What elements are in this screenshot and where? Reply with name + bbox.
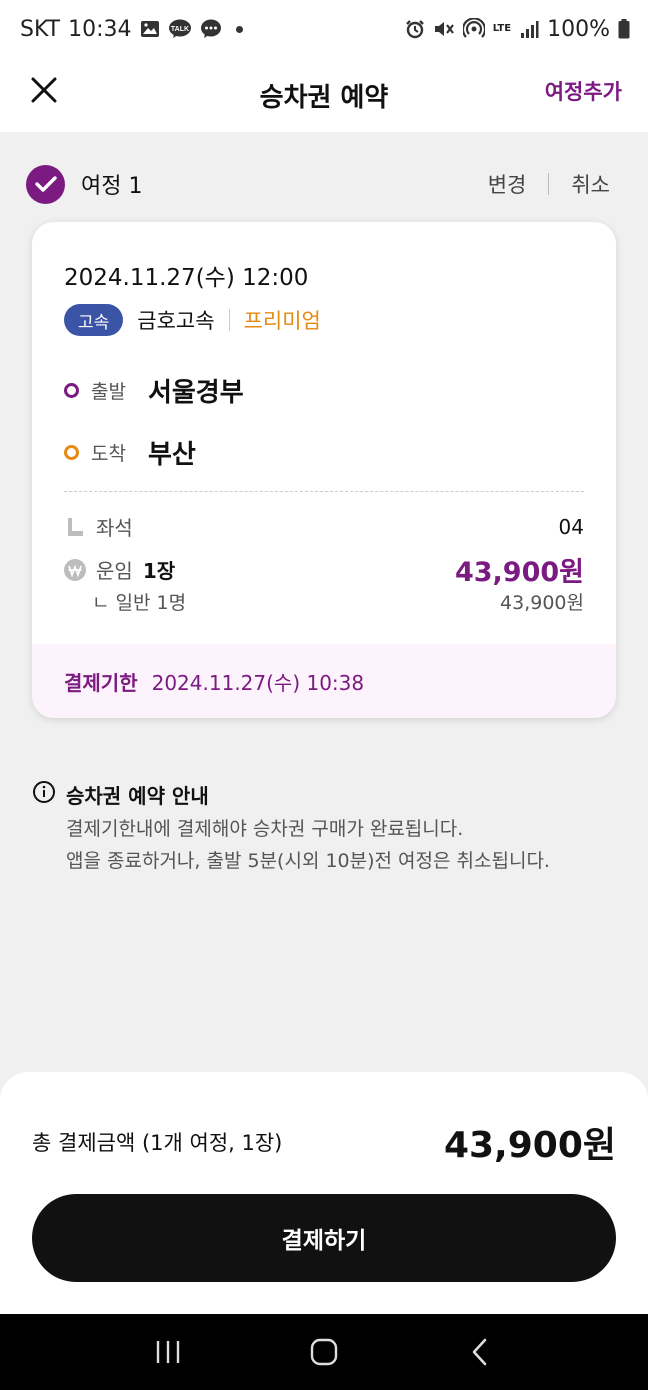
arrival-row: 도착 부산 [64,434,196,471]
notification-dot-icon [235,25,243,33]
trip-header: 여정 1 변경 취소 [26,164,610,204]
trip-checkbox[interactable] [26,164,65,204]
bus-info: 고속 금호고속 프리미엄 [64,304,321,336]
talk-icon: TALK [168,19,192,39]
lte-icon: LTE [492,23,512,34]
svg-text:TALK: TALK [170,26,188,33]
system-nav-bar [0,1314,648,1390]
status-bar: SKT 10:34 TALK LTE 100% [0,0,648,58]
fare-total: 43,900원 [454,557,584,588]
alarm-icon [405,19,425,39]
add-trip-button[interactable]: 여정추가 [545,76,622,106]
trip-label: 여정 1 [81,174,143,199]
divider [548,173,550,195]
clock: 10:34 [68,16,132,42]
cancel-button[interactable]: 취소 [571,169,610,199]
battery-percent: 100% [547,16,610,42]
seat-number: 04 [558,514,584,539]
notice-line-1: 결제기한내에 결제해야 승차권 구매가 완료됩니다. [66,818,464,840]
trip-card: 2024.11.27(수) 12:00 고속 금호고속 프리미엄 출발 서울경부… [32,222,616,718]
deadline-value: 2024.11.27(수) 10:38 [151,670,365,695]
carrier: SKT [20,16,61,42]
app-header: 승차권 예약 여정추가 [0,58,648,132]
seat-row: 좌석 04 [64,512,584,541]
fare-label: 운임 [96,559,133,583]
pay-button[interactable]: 결제하기 [32,1194,616,1282]
payment-sheet: 총 결제금액 (1개 여정, 1장) 43,900원 결제하기 [0,1072,648,1314]
reservation-notice: 승차권 예약 안내 결제기한내에 결제해야 승차권 구매가 완료됩니다. 앱을 … [32,780,622,873]
hotspot-icon [462,18,485,40]
departure-terminal: 서울경부 [147,378,244,408]
arrival-terminal: 부산 [147,440,196,470]
close-icon [31,77,57,103]
battery-icon [618,19,630,39]
payment-deadline: 결제기한 2024.11.27(수) 10:38 [32,644,616,718]
fare-detail-value: 43,900원 [500,592,584,614]
info-icon [32,780,56,809]
bus-grade: 프리미엄 [243,309,321,333]
seat-icon [64,516,86,538]
fare-count: 1장 [142,559,176,583]
signal-icon [519,19,539,39]
arrival-label: 도착 [91,443,126,465]
total-amount: 43,900원 [443,1125,616,1166]
back-button[interactable] [460,1332,500,1372]
fare-row: 운임 1장 43,900원 [64,550,584,589]
notice-line-2: 앱을 종료하거나, 출발 5분(시외 10분)전 여정은 취소됩니다. [66,850,550,872]
total-label: 총 결제금액 (1개 여정, 1장) [32,1131,283,1155]
fare-detail-row: ㄴ 일반 1명 43,900원 [64,588,584,615]
bus-type-badge: 고속 [64,304,124,336]
change-button[interactable]: 변경 [488,169,527,199]
departure-label: 출발 [91,381,126,403]
fare-detail-label: ㄴ 일반 1명 [92,592,187,614]
departure-datetime: 2024.11.27(수) 12:00 [64,265,309,291]
departure-row: 출발 서울경부 [64,372,244,409]
won-icon [64,558,86,581]
bus-company: 금호고속 [137,309,215,333]
deadline-label: 결제기한 [64,670,138,695]
message-icon [200,19,222,39]
gallery-icon [140,20,160,38]
seat-label: 좌석 [96,516,133,540]
back-icon [472,1338,487,1366]
recent-apps-icon [156,1341,180,1363]
recent-apps-button[interactable] [148,1332,188,1372]
departure-dot-icon [64,383,79,398]
divider [228,309,230,331]
check-icon [34,176,57,192]
arrival-dot-icon [64,445,79,460]
home-icon [310,1338,338,1366]
home-button[interactable] [304,1332,344,1372]
close-button[interactable] [28,74,60,106]
notice-title: 승차권 예약 안내 [66,784,209,808]
page-title: 승차권 예약 [259,82,389,113]
dashed-divider [64,491,584,492]
mute-icon [433,19,455,39]
